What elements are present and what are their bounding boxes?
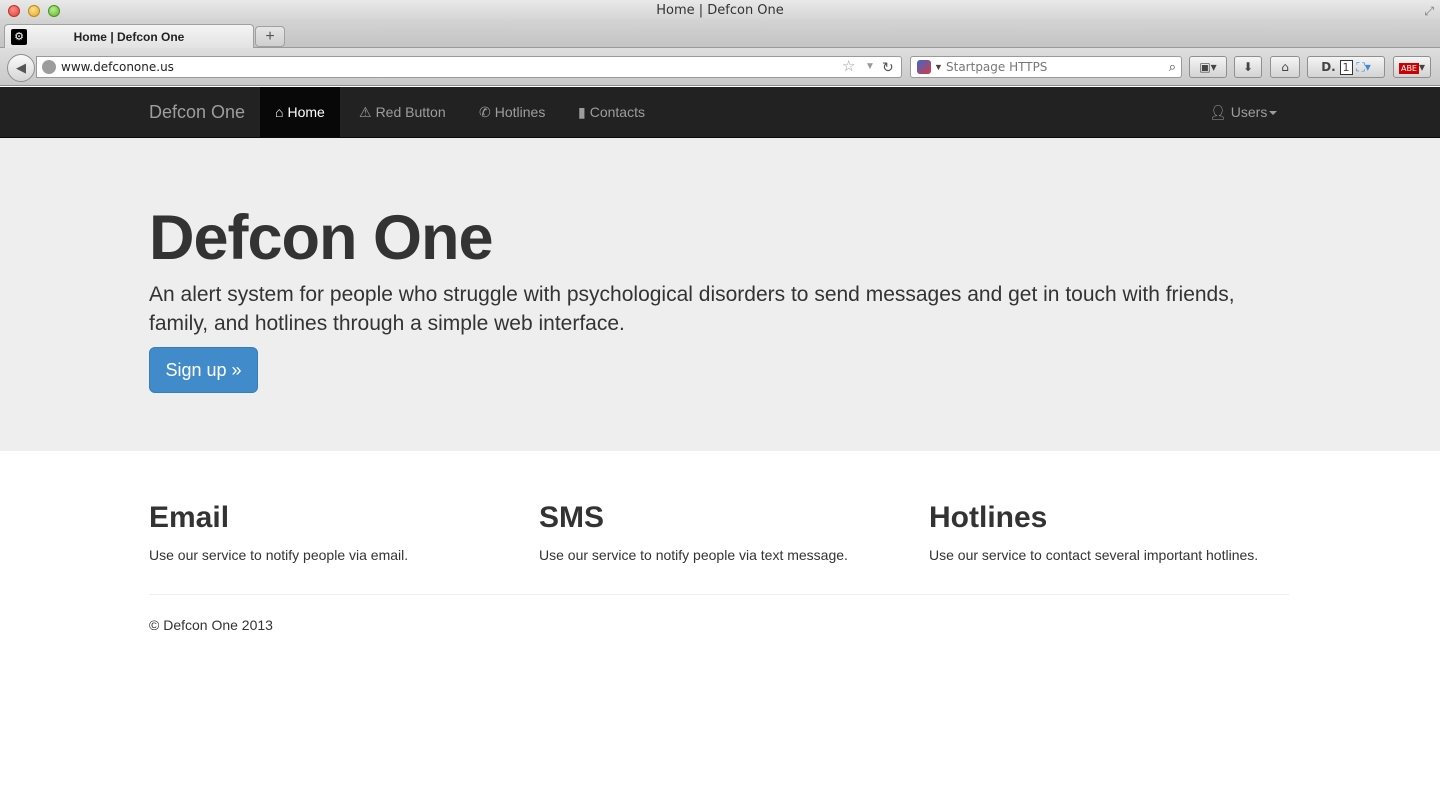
search-placeholder[interactable]: Startpage HTTPS xyxy=(946,57,1047,77)
site-navbar: Defcon One ⌂ Home ⚠ Red Button ✆ Hotlines ▮… xyxy=(0,87,1440,138)
addon-counter-icon[interactable]: 1 xyxy=(1339,60,1353,75)
minimize-window-icon[interactable] xyxy=(28,5,40,17)
tab-strip: ⚙ Home | Defcon One + xyxy=(0,22,1440,49)
sign-up-button[interactable]: Sign up » xyxy=(149,347,258,393)
caret-down-icon xyxy=(1269,111,1278,116)
nav-item-hotlines[interactable]: ✆ Hotlines xyxy=(464,87,560,138)
home-icon: ⌂ xyxy=(275,104,284,120)
footer-divider xyxy=(149,594,1289,595)
new-tab-button[interactable]: + xyxy=(255,26,285,47)
window-titlebar: Home | Defcon One ⤢ xyxy=(0,0,1440,22)
nav-item-home[interactable]: ⌂ Home xyxy=(260,87,340,138)
phone-icon: ✆ xyxy=(479,104,491,120)
nav-item-label: Red Button xyxy=(375,104,446,120)
addon-d-icon[interactable]: D. xyxy=(1321,60,1336,74)
feature-text: Use our service to notify people via ema… xyxy=(149,547,409,563)
close-window-icon[interactable] xyxy=(8,5,20,17)
reload-icon[interactable]: ↻ xyxy=(882,57,894,77)
nav-item-label: Contacts xyxy=(589,104,645,120)
footer-copyright: © Defcon One 2013 xyxy=(149,617,273,633)
feature-email: Email Use our service to notify people v… xyxy=(149,500,519,565)
nav-item-red-button[interactable]: ⚠ Red Button xyxy=(344,87,461,138)
user-icon: 👤︎ xyxy=(1209,104,1227,120)
zoom-window-icon[interactable] xyxy=(48,5,60,17)
feature-title: Email xyxy=(149,501,230,534)
addon-abe-icon: ABE xyxy=(1398,63,1419,74)
window-title: Home | Defcon One xyxy=(656,3,784,18)
warning-icon: ⚠ xyxy=(359,104,372,120)
feature-text: Use our service to contact several impor… xyxy=(929,547,1259,563)
search-engine-icon[interactable] xyxy=(917,60,931,74)
users-dropdown[interactable]: 👤︎ Users xyxy=(1194,87,1292,138)
feature-text: Use our service to notify people via tex… xyxy=(539,547,848,563)
globe-icon xyxy=(42,60,56,74)
search-engine-dropdown-icon[interactable]: ▼ xyxy=(934,57,943,77)
downloads-button[interactable]: ⬇ xyxy=(1234,56,1262,78)
download-icon: ⬇ xyxy=(1242,60,1254,74)
users-label: Users xyxy=(1230,104,1268,120)
hero-title: Defcon One xyxy=(149,203,494,273)
tab-home[interactable]: ⚙ Home | Defcon One xyxy=(4,24,254,49)
feature-sms: SMS Use our service to notify people via… xyxy=(539,500,909,565)
addon-button-group[interactable]: D. 1 ⛶▾ xyxy=(1307,56,1385,78)
search-bar[interactable]: ▼ Startpage HTTPS ⌕ xyxy=(910,56,1182,78)
feature-title: Hotlines xyxy=(929,501,1048,534)
hero-lead: An alert system for people who struggle … xyxy=(149,283,1235,335)
book-icon: ▮ xyxy=(578,104,586,120)
tab-label: Home | Defcon One xyxy=(73,30,185,44)
feature-title: SMS xyxy=(539,501,605,534)
browser-toolbar: ◀ www.defconone.us ☆ ▼ ↻ ▼ Startpage HTT… xyxy=(0,48,1440,86)
back-arrow-icon: ◀ xyxy=(16,60,26,75)
search-icon[interactable]: ⌕ xyxy=(1169,57,1176,77)
addon-network-icon[interactable]: ⛶▾ xyxy=(1356,60,1370,74)
nav-item-label: Hotlines xyxy=(494,104,546,120)
nav-item-label: Home xyxy=(287,104,325,120)
url-bar[interactable]: www.defconone.us ☆ ▼ ↻ xyxy=(36,56,902,78)
url-history-dropdown-icon[interactable]: ▼ xyxy=(865,57,875,77)
home-icon: ⌂ xyxy=(1281,60,1289,74)
hero-section: Defcon One An alert system for people wh… xyxy=(0,138,1440,451)
bookmarks-button[interactable]: ▣▾ xyxy=(1189,56,1227,78)
nav-item-contacts[interactable]: ▮ Contacts xyxy=(563,87,660,138)
feature-hotlines: Hotlines Use our service to contact seve… xyxy=(929,500,1299,565)
brand-link[interactable]: Defcon One xyxy=(149,87,245,138)
home-button[interactable]: ⌂ xyxy=(1270,56,1300,78)
abe-button[interactable]: ABE ▾ xyxy=(1393,56,1431,78)
back-button[interactable]: ◀ xyxy=(7,54,35,82)
bookmark-star-icon[interactable]: ☆ xyxy=(842,57,855,77)
bookmarks-icon: ▣▾ xyxy=(1199,60,1217,74)
fullscreen-icon[interactable]: ⤢ xyxy=(1424,3,1434,19)
url-text[interactable]: www.defconone.us xyxy=(61,57,174,77)
